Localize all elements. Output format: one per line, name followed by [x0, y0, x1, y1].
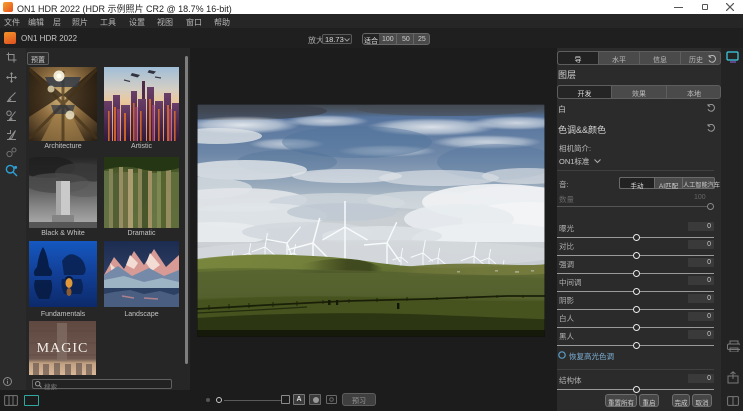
- svg-text:MAGIC: MAGIC: [37, 341, 89, 356]
